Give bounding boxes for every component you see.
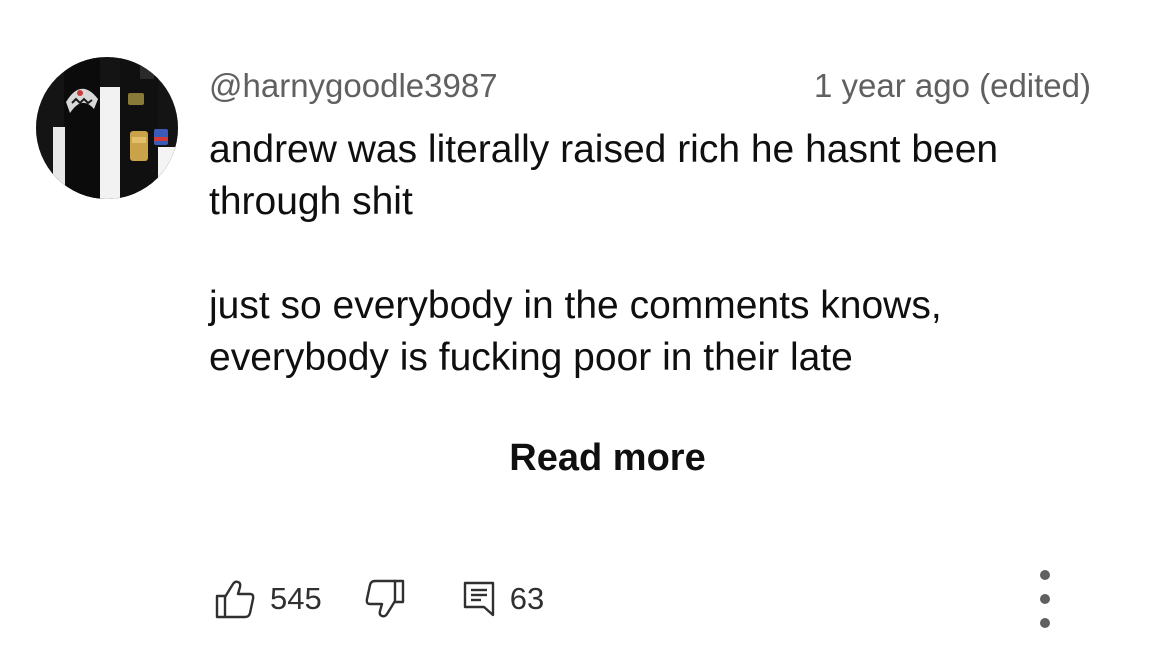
avatar[interactable]: [36, 57, 178, 199]
dislike-button[interactable]: [364, 579, 406, 619]
reply-button[interactable]: 63: [462, 579, 544, 619]
reply-comment-icon: [462, 579, 496, 619]
like-count: 545: [270, 581, 322, 616]
more-options-button[interactable]: [1033, 570, 1057, 628]
comment-body: andrew was literally raised rich he hasn…: [209, 124, 1089, 384]
vertical-ellipsis-icon: [1040, 618, 1050, 628]
comment-timestamp[interactable]: 1 year ago (edited): [814, 64, 1091, 108]
vertical-ellipsis-icon: [1040, 594, 1050, 604]
read-more-button[interactable]: Read more: [0, 433, 1149, 483]
avatar-image: [36, 57, 178, 199]
comment-action-bar: 545 63: [214, 575, 544, 623]
thumbs-up-icon: [214, 579, 256, 619]
comment-paragraph: just so everybody in the comments knows,…: [209, 284, 942, 379]
vertical-ellipsis-icon: [1040, 570, 1050, 580]
comment-paragraph: andrew was literally raised rich he hasn…: [209, 128, 999, 223]
like-button[interactable]: 545: [214, 579, 322, 619]
reply-count: 63: [509, 581, 545, 616]
author-handle[interactable]: @harnygoodle3987: [209, 64, 498, 108]
thumbs-down-icon: [364, 579, 406, 619]
